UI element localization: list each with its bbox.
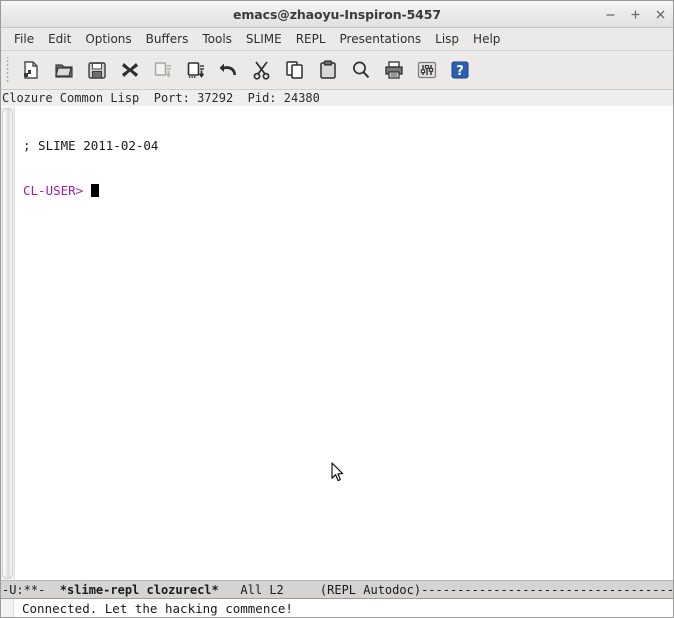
tool-bar: ?: [1, 51, 673, 90]
mode-line-filler: ----------------------------------------…: [421, 582, 673, 597]
preferences-sliders-icon[interactable]: [410, 55, 443, 85]
text-cursor: [90, 184, 99, 197]
menu-item-options[interactable]: Options: [78, 30, 138, 48]
menu-item-slime[interactable]: SLIME: [239, 30, 289, 48]
close-x-icon[interactable]: [113, 55, 146, 85]
menu-item-help[interactable]: Help: [466, 30, 507, 48]
menu-item-repl[interactable]: REPL: [289, 30, 333, 48]
mode-line-position: All L2: [218, 582, 320, 597]
vertical-scrollbar[interactable]: [1, 107, 15, 580]
search-magnifier-icon[interactable]: [344, 55, 377, 85]
save-all-icon[interactable]: [179, 55, 212, 85]
scrollbar-thumb[interactable]: [2, 108, 13, 579]
menu-bar: File Edit Options Buffers Tools SLIME RE…: [1, 28, 673, 51]
paste-clipboard-icon[interactable]: [311, 55, 344, 85]
minibuffer[interactable]: Connected. Let the hacking commence!: [1, 599, 673, 617]
copy-icon[interactable]: [278, 55, 311, 85]
help-question-icon[interactable]: ?: [443, 55, 476, 85]
menu-item-buffers[interactable]: Buffers: [139, 30, 196, 48]
slime-banner-line: ; SLIME 2011-02-04: [23, 138, 159, 153]
mode-line-status: -U:**-: [2, 582, 60, 597]
window-controls: [604, 1, 667, 27]
mode-line: -U:**- *slime-repl clozurecl* All L2 (RE…: [1, 580, 673, 599]
cut-scissors-icon[interactable]: [245, 55, 278, 85]
menu-item-tools[interactable]: Tools: [195, 30, 239, 48]
save-disk-icon[interactable]: [80, 55, 113, 85]
buffer-content[interactable]: ; SLIME 2011-02-04 CL-USER>: [15, 107, 673, 580]
minibuffer-message: Connected. Let the hacking commence!: [22, 600, 293, 616]
open-folder-icon[interactable]: [47, 55, 80, 85]
undo-arrow-icon[interactable]: [212, 55, 245, 85]
toolbar-grip[interactable]: [5, 57, 11, 83]
mode-line-buffer-name: *slime-repl clozurecl*: [59, 582, 219, 597]
save-as-icon[interactable]: [146, 55, 179, 85]
repl-prompt-line[interactable]: CL-USER>: [23, 183, 673, 198]
header-line-text: Clozure Common Lisp Port: 37292 Pid: 243…: [2, 91, 320, 105]
maximize-button[interactable]: [629, 8, 642, 21]
menu-item-lisp[interactable]: Lisp: [428, 30, 466, 48]
emacs-window: emacs@zhaoyu-Inspiron-5457 File Edit Opt…: [0, 0, 674, 618]
minimize-button[interactable]: [604, 8, 617, 21]
svg-text:?: ?: [456, 64, 464, 79]
title-bar: emacs@zhaoyu-Inspiron-5457: [1, 1, 673, 28]
print-icon[interactable]: [377, 55, 410, 85]
new-file-icon[interactable]: [14, 55, 47, 85]
menu-item-file[interactable]: File: [7, 30, 41, 48]
mode-line-minor-mode: (REPL Autodoc): [319, 582, 422, 597]
window-title: emacs@zhaoyu-Inspiron-5457: [233, 6, 441, 22]
repl-buffer[interactable]: ; SLIME 2011-02-04 CL-USER>: [1, 107, 673, 580]
menu-item-presentations[interactable]: Presentations: [333, 30, 429, 48]
close-button[interactable]: [654, 8, 667, 21]
repl-prompt: CL-USER>: [23, 183, 91, 198]
menu-item-edit[interactable]: Edit: [41, 30, 78, 48]
header-line: Clozure Common Lisp Port: 37292 Pid: 243…: [1, 90, 673, 107]
minibuffer-scrollbar-stub: [1, 599, 14, 617]
